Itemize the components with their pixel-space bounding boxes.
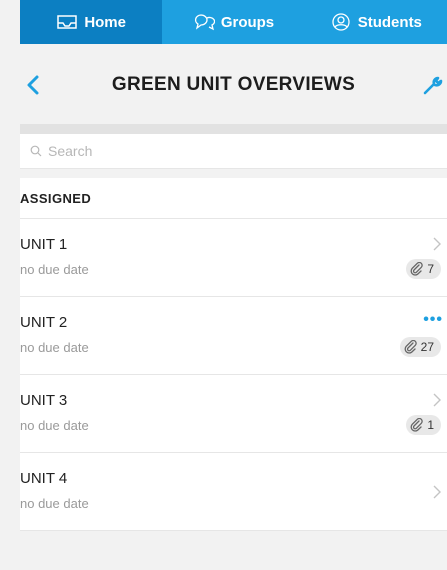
search-icon	[30, 145, 42, 157]
attachment-count: 27	[420, 340, 434, 354]
unit-list: UNIT 1 no due date 7 UNIT 2 no due date …	[20, 219, 447, 531]
unit-name: UNIT 1	[20, 236, 68, 253]
inbox-icon	[57, 15, 78, 29]
due-date: no due date	[20, 262, 89, 277]
attachment-count: 7	[427, 262, 434, 276]
unit-name: UNIT 4	[20, 470, 68, 487]
paperclip-icon	[410, 418, 424, 432]
search-input[interactable]	[46, 142, 430, 160]
more-options-icon[interactable]: •••	[423, 312, 443, 328]
list-item-unit-4[interactable]: UNIT 4 no due date	[20, 453, 447, 531]
list-item-unit-2[interactable]: UNIT 2 no due date ••• 27	[20, 297, 447, 375]
list-item-unit-1[interactable]: UNIT 1 no due date 7	[20, 219, 447, 297]
due-date: no due date	[20, 496, 89, 511]
tab-students-label: Students	[357, 13, 422, 31]
search-bar	[20, 134, 447, 169]
unit-name: UNIT 3	[20, 392, 68, 409]
paperclip-icon	[410, 262, 424, 276]
student-icon	[332, 13, 350, 31]
paperclip-icon	[404, 340, 417, 354]
page-title: GREEN UNIT OVERVIEWS	[111, 74, 356, 95]
chevron-right-icon[interactable]	[433, 485, 441, 499]
unit-name: UNIT 2	[20, 314, 68, 331]
attachment-count-badge: 1	[406, 415, 441, 435]
divider	[20, 124, 447, 134]
tab-groups-label: Groups	[220, 13, 275, 31]
due-date: no due date	[20, 418, 89, 433]
section-header-assigned: ASSIGNED	[20, 178, 447, 219]
due-date: no due date	[20, 340, 89, 355]
attachment-count-badge: 27	[399, 337, 441, 357]
tab-groups[interactable]: Groups	[162, 0, 304, 44]
tab-students[interactable]: Students	[305, 0, 447, 44]
chevron-right-icon[interactable]	[433, 393, 441, 407]
tab-home[interactable]: Home	[20, 0, 163, 44]
attachment-count: 1	[427, 418, 434, 432]
chat-bubbles-icon	[194, 14, 215, 31]
list-item-unit-3[interactable]: UNIT 3 no due date 1	[20, 375, 447, 453]
wrench-icon[interactable]	[421, 74, 445, 96]
top-tab-bar: Home Groups Students	[20, 0, 447, 44]
tab-home-label: Home	[84, 13, 126, 31]
page-header: GREEN UNIT OVERVIEWS	[20, 44, 447, 124]
section-label: ASSIGNED	[20, 191, 92, 206]
attachment-count-badge: 7	[406, 259, 441, 279]
chevron-right-icon[interactable]	[433, 237, 441, 251]
